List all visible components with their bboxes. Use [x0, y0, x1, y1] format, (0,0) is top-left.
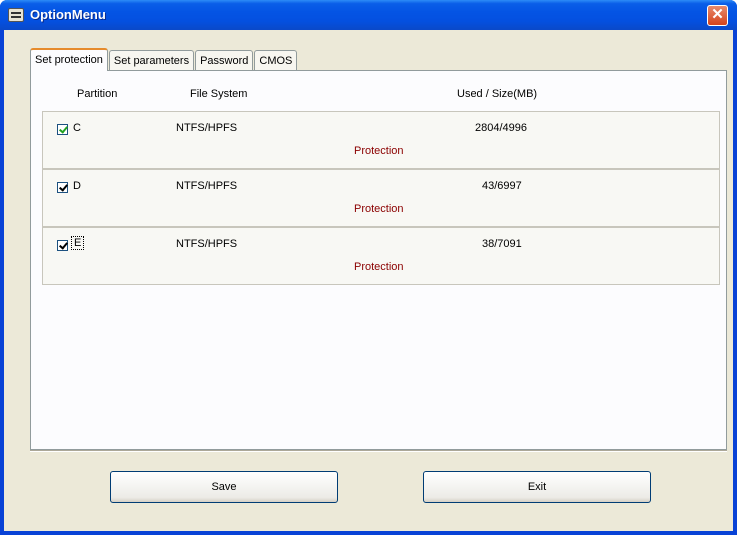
partition-letter: C — [73, 122, 81, 134]
close-button[interactable]: ✕ — [707, 5, 728, 26]
tab-set-protection[interactable]: Set protection — [30, 48, 108, 71]
partition-file-system: NTFS/HPFS — [176, 238, 238, 250]
save-button[interactable]: Save — [110, 471, 338, 503]
window-title: OptionMenu — [30, 7, 106, 22]
app-icon — [8, 8, 24, 22]
tab-strip: Set protection Set parameters Password C… — [30, 48, 298, 71]
column-header-partition: Partition — [77, 88, 118, 100]
partition-file-system: NTFS/HPFS — [176, 122, 238, 134]
partition-row: D NTFS/HPFS 43/6997 Protection — [42, 169, 720, 227]
partition-row: C NTFS/HPFS 2804/4996 Protection — [42, 111, 720, 169]
partition-file-system: NTFS/HPFS — [176, 180, 238, 192]
partition-checkbox[interactable] — [57, 124, 68, 135]
partition-checkbox[interactable] — [57, 240, 68, 251]
partition-letter: E — [71, 236, 85, 250]
tab-cmos[interactable]: CMOS — [254, 50, 298, 71]
partition-used-size: 43/6997 — [482, 180, 522, 192]
partition-status: Protection — [354, 261, 404, 273]
partition-checkbox[interactable] — [57, 182, 68, 193]
partition-letter: D — [73, 180, 81, 192]
partition-status: Protection — [354, 203, 404, 215]
tab-set-parameters[interactable]: Set parameters — [108, 50, 195, 71]
partition-status: Protection — [354, 145, 404, 157]
title-bar[interactable]: OptionMenu ✕ — [0, 0, 737, 30]
partition-used-size: 2804/4996 — [475, 122, 527, 134]
exit-button[interactable]: Exit — [423, 471, 651, 503]
column-header-used-size: Used / Size(MB) — [457, 88, 538, 100]
tab-password[interactable]: Password — [195, 50, 254, 71]
set-protection-panel: Partition File System Used / Size(MB) C … — [30, 70, 727, 450]
column-header-file-system: File System — [190, 88, 248, 100]
partition-row: E NTFS/HPFS 38/7091 Protection — [42, 227, 720, 285]
partition-used-size: 38/7091 — [482, 238, 522, 250]
button-separator — [30, 450, 727, 452]
